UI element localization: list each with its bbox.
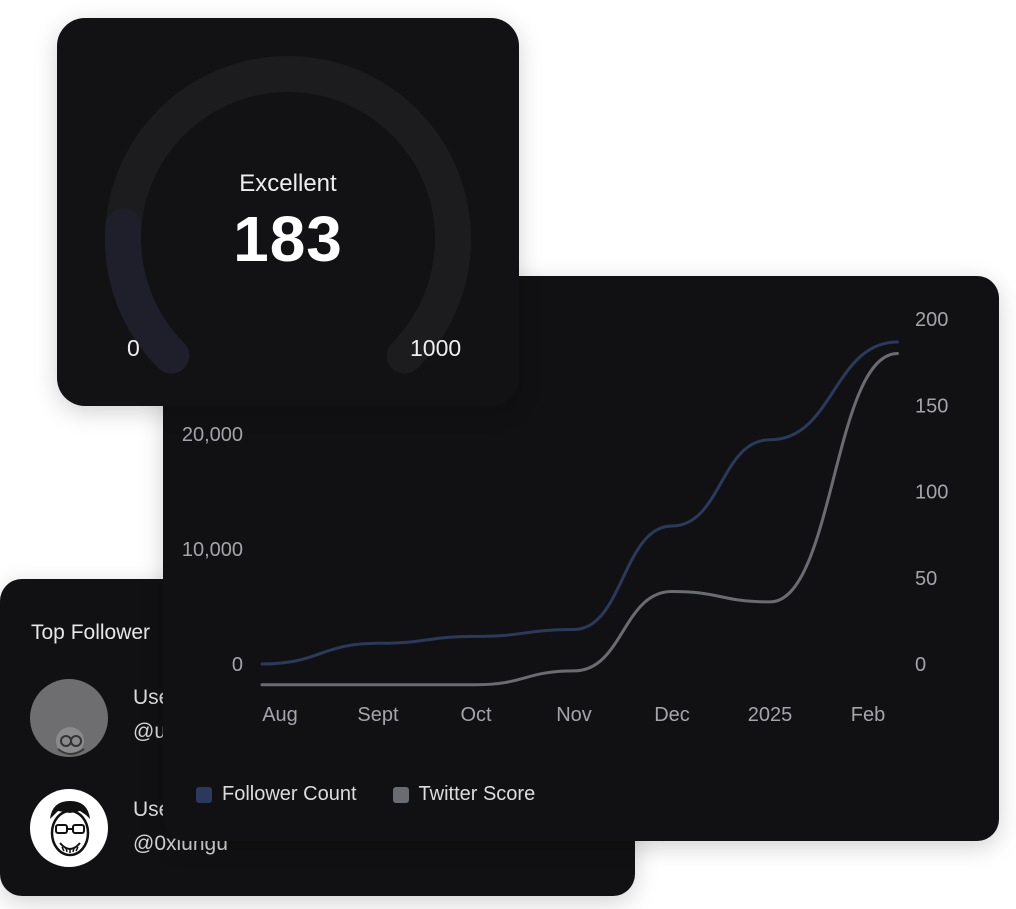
right-axis-tick: 50: [915, 568, 937, 590]
x-axis-tick: Aug: [262, 704, 298, 726]
x-axis-tick: Nov: [556, 704, 592, 726]
right-axis-tick: 200: [915, 309, 948, 331]
follower-handle[interactable]: @u: [133, 720, 166, 744]
legend-label: Twitter Score: [418, 783, 536, 805]
gauge-min-label: 0: [127, 335, 140, 361]
top-followers-title: Top Follower: [31, 621, 151, 644]
legend-label: Follower Count: [222, 783, 357, 805]
left-axis-tick: 20,000: [182, 424, 243, 446]
gauge-max-label: 1000: [410, 335, 462, 361]
left-axis-tick: 0: [232, 654, 243, 676]
right-axis-tick: 150: [915, 395, 948, 417]
x-axis-tick: Sept: [357, 704, 399, 726]
legend-item-follower-count[interactable]: Follower Count: [196, 783, 357, 806]
cartoon-face-avatar-icon[interactable]: [30, 789, 108, 867]
right-axis-tick: 100: [915, 482, 948, 504]
right-axis-tick: 0: [915, 654, 926, 676]
score-value: 183: [233, 203, 343, 275]
follower-count-swatch: [196, 786, 212, 803]
legend-item-twitter-score[interactable]: Twitter Score: [392, 783, 536, 806]
left-axis-tick: 10,000: [182, 539, 243, 561]
score-rating-label: Excellent: [239, 170, 337, 197]
score-gauge-card: Excellent 183 0 1000: [57, 18, 519, 406]
x-axis-tick: 2025: [748, 704, 793, 726]
twitter-score-swatch: [392, 786, 409, 803]
x-axis-tick: Feb: [851, 704, 885, 726]
x-axis-tick: Dec: [654, 704, 690, 726]
x-axis-tick: Oct: [460, 704, 492, 726]
chart-legend: Follower Count Twitter Score: [196, 783, 535, 806]
grey-avatar-icon[interactable]: [30, 679, 108, 757]
